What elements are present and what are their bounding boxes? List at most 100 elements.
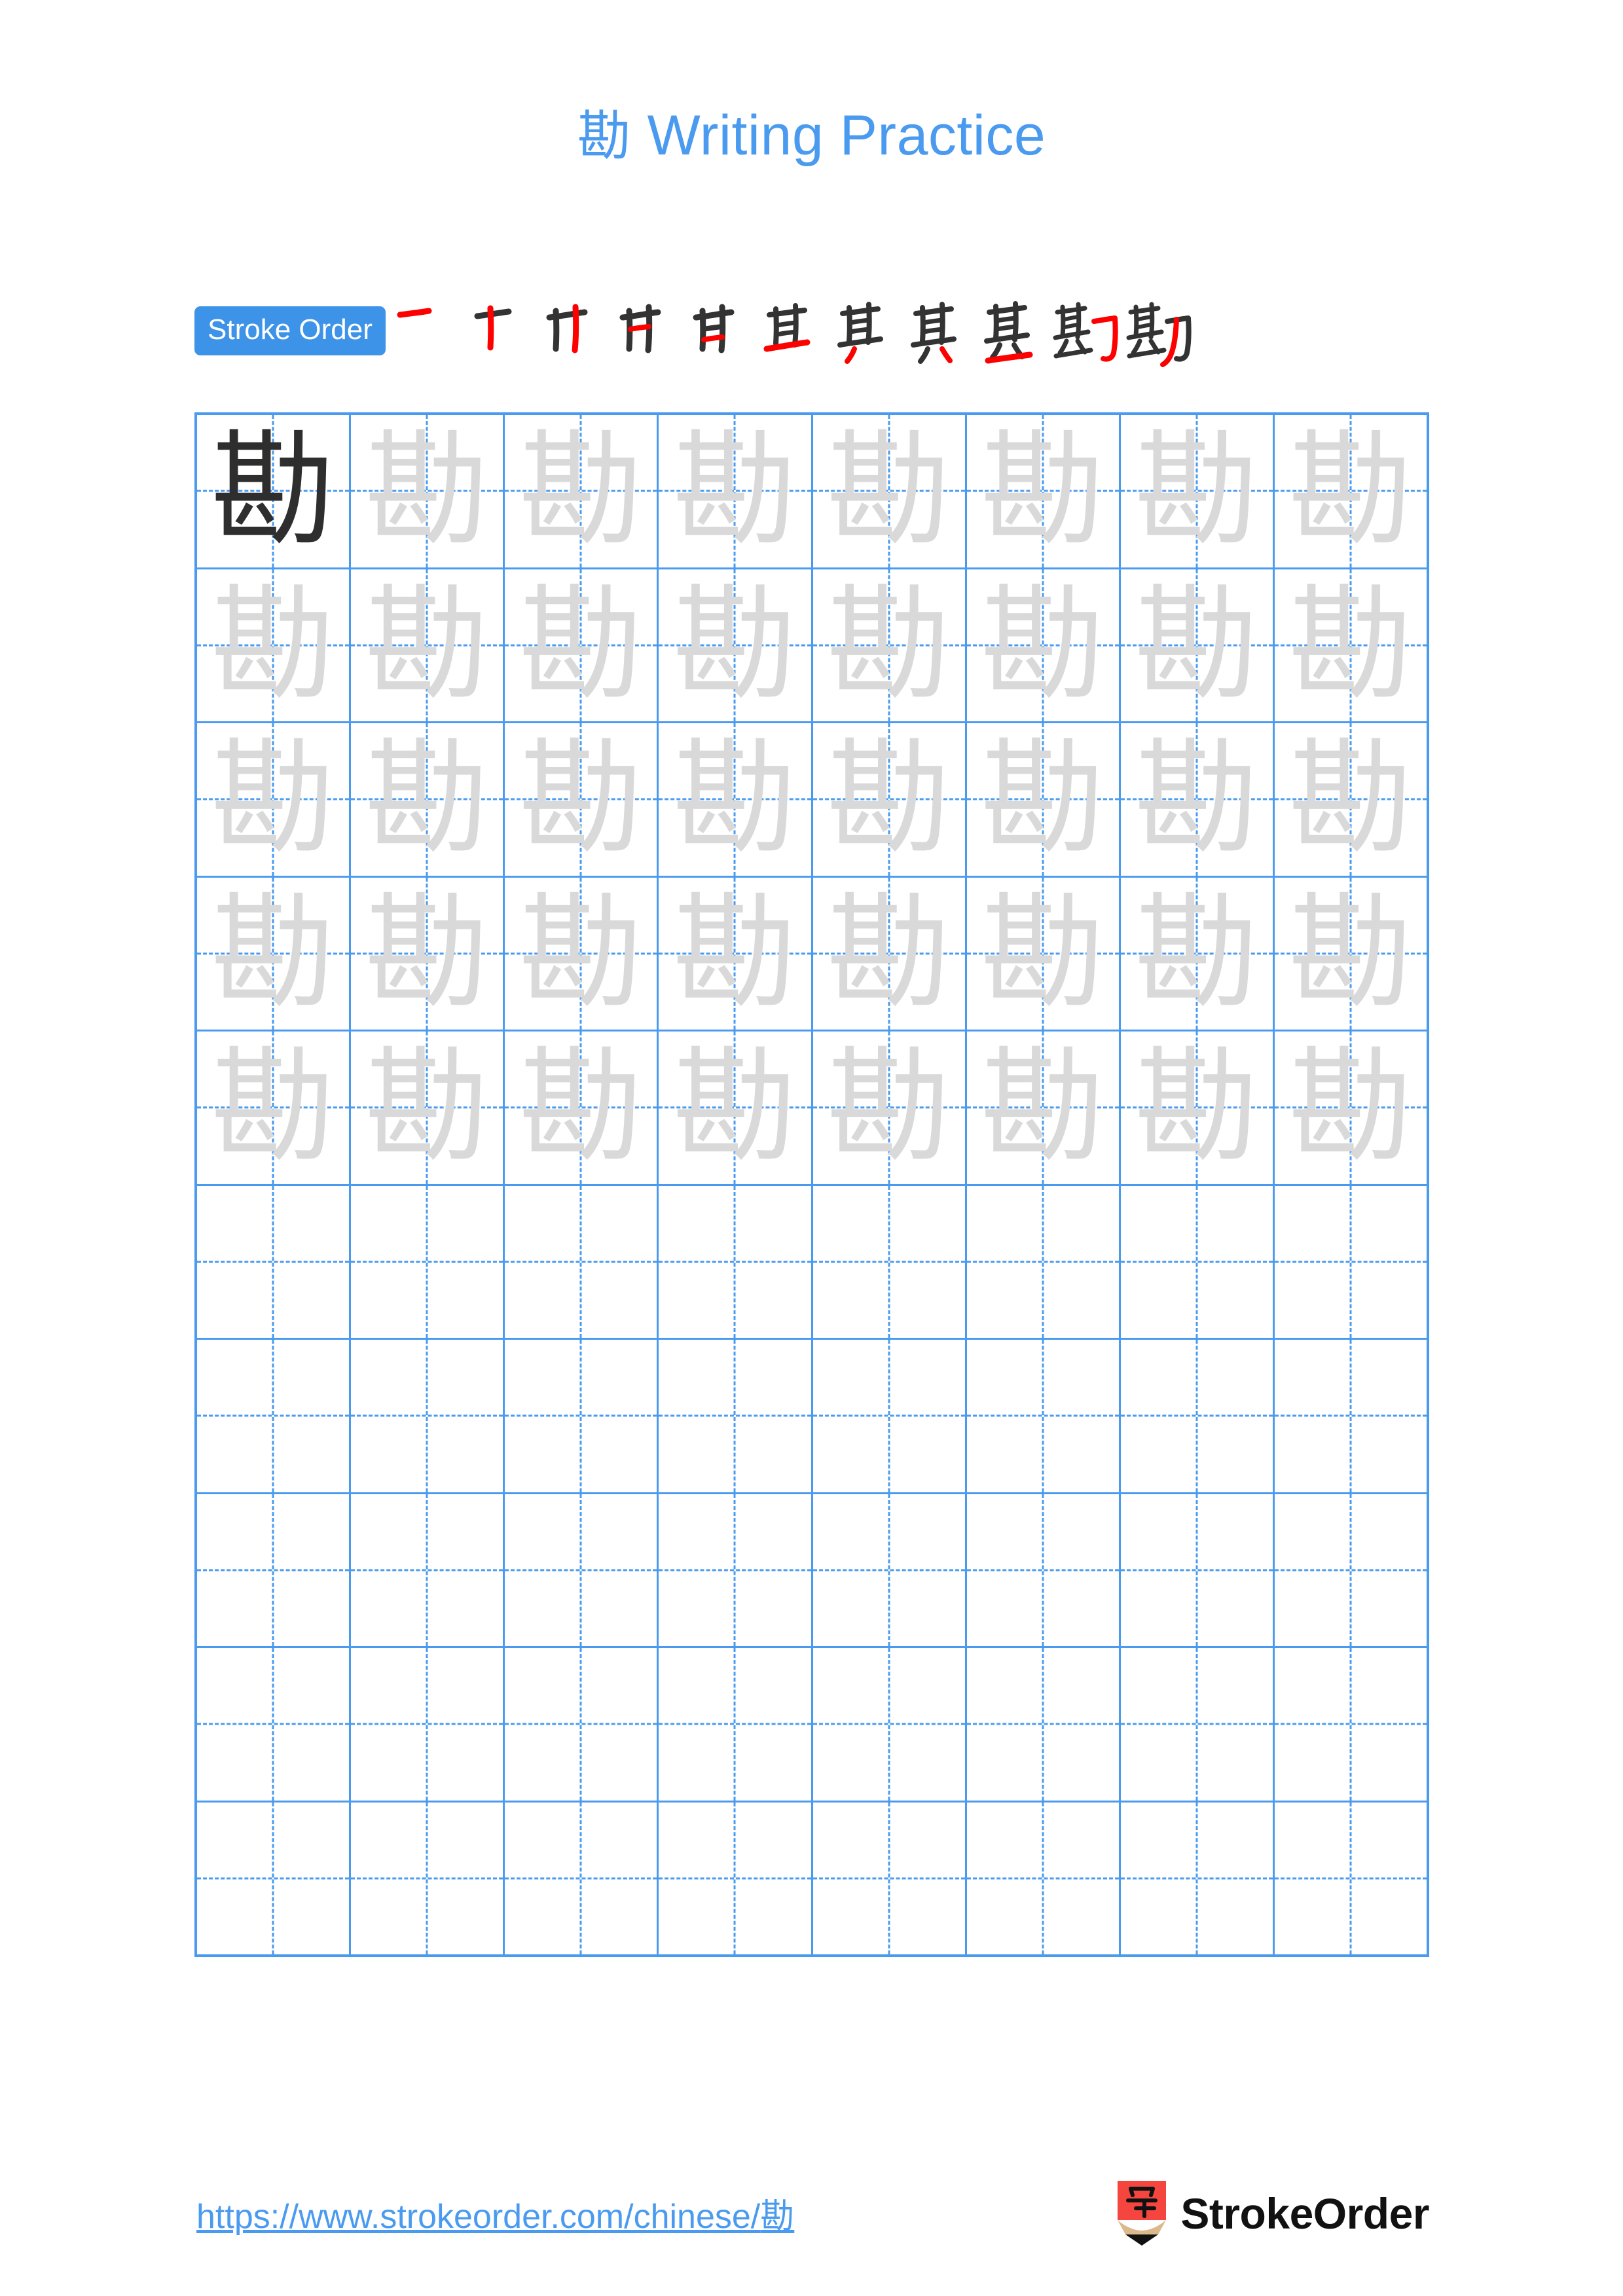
practice-cell[interactable]: 勘 <box>1275 569 1427 722</box>
practice-cell[interactable] <box>1121 1494 1275 1646</box>
practice-cell[interactable]: 勘 <box>967 415 1121 567</box>
practice-cell[interactable]: 勘 <box>1275 878 1427 1030</box>
practice-cell[interactable] <box>505 1185 659 1338</box>
practice-cell[interactable]: 勘 <box>351 415 505 567</box>
practice-grid: 勘勘勘勘勘勘勘勘勘勘勘勘勘勘勘勘勘勘勘勘勘勘勘勘勘勘勘勘勘勘勘勘勘勘勘勘勘勘勘勘 <box>194 412 1429 1957</box>
practice-cell[interactable]: 勘 <box>351 1031 505 1184</box>
practice-cell[interactable] <box>813 1802 967 1954</box>
practice-cell[interactable] <box>351 1185 505 1338</box>
practice-cell[interactable]: 勘 <box>659 415 813 567</box>
practice-cell[interactable] <box>505 1340 659 1492</box>
empty-cell <box>1275 1494 1427 1647</box>
page-title: 勘 Writing Practice <box>0 105 1623 167</box>
trace-character: 勘 <box>826 880 951 1026</box>
trace-character: 勘 <box>211 880 336 1026</box>
practice-cell[interactable]: 勘 <box>197 723 352 876</box>
practice-cell[interactable]: 勘 <box>1275 723 1427 876</box>
trace-character: 勘 <box>826 726 951 872</box>
practice-cell[interactable]: 勘 <box>197 415 352 567</box>
practice-cell[interactable]: 勘 <box>351 723 505 876</box>
practice-cell[interactable]: 勘 <box>967 723 1121 876</box>
practice-cell[interactable] <box>197 1802 352 1954</box>
practice-cell[interactable]: 勘 <box>197 877 352 1030</box>
practice-cell[interactable] <box>197 1494 352 1647</box>
footer-url-link[interactable]: https://www.strokeorder.com/chinese/勘 <box>196 2189 794 2238</box>
page-title-character: 勘 <box>577 105 632 168</box>
practice-cell[interactable] <box>659 1802 813 1955</box>
practice-cell[interactable]: 勘 <box>659 569 813 721</box>
practice-cell[interactable] <box>197 1185 352 1338</box>
practice-cell[interactable]: 勘 <box>967 569 1121 721</box>
practice-cell[interactable]: 勘 <box>1275 415 1427 567</box>
practice-cell[interactable] <box>505 1802 659 1954</box>
practice-cell[interactable] <box>967 1802 1121 1954</box>
practice-cell[interactable] <box>813 1494 967 1646</box>
empty-cell <box>659 1340 811 1492</box>
practice-cell[interactable]: 勘 <box>351 569 505 721</box>
empty-cell <box>659 1803 811 1955</box>
practice-cell[interactable] <box>1121 1802 1275 1954</box>
practice-cell[interactable] <box>967 1494 1121 1646</box>
practice-cell[interactable] <box>1275 1803 1427 1955</box>
practice-cell[interactable]: 勘 <box>505 1031 659 1184</box>
practice-cell[interactable]: 勘 <box>351 877 505 1030</box>
practice-cell[interactable] <box>505 1494 659 1646</box>
stroke-order-badge: Stroke Order <box>194 306 386 355</box>
practice-cell[interactable]: 勘 <box>197 569 352 721</box>
practice-cell[interactable] <box>967 1648 1121 1801</box>
practice-cell[interactable] <box>1275 1648 1427 1801</box>
practice-cell[interactable]: 勘 <box>813 569 967 721</box>
practice-cell[interactable]: 勘 <box>813 723 967 876</box>
practice-cell[interactable]: 勘 <box>967 1031 1121 1184</box>
practice-cell[interactable]: 勘 <box>197 1031 352 1184</box>
practice-cell[interactable] <box>197 1340 352 1492</box>
practice-cell[interactable]: 勘 <box>505 723 659 876</box>
practice-cell[interactable] <box>351 1340 505 1492</box>
trace-character: 勘 <box>672 1035 797 1180</box>
practice-cell[interactable] <box>659 1340 813 1492</box>
practice-cell[interactable] <box>197 1648 352 1801</box>
practice-cell[interactable] <box>967 1185 1121 1338</box>
practice-cell[interactable] <box>813 1185 967 1338</box>
practice-cell[interactable]: 勘 <box>1121 415 1275 567</box>
practice-cell[interactable] <box>813 1648 967 1801</box>
practice-cell[interactable] <box>1275 1494 1427 1647</box>
practice-cell[interactable]: 勘 <box>813 877 967 1030</box>
stroke-step-8 <box>904 298 977 371</box>
brand-logo-group[interactable]: StrokeOrder <box>1116 2179 1429 2248</box>
practice-cell[interactable]: 勘 <box>813 415 967 567</box>
practice-cell[interactable] <box>1275 1186 1427 1338</box>
practice-cell[interactable]: 勘 <box>659 723 813 876</box>
practice-cell[interactable]: 勘 <box>1121 1031 1275 1184</box>
empty-cell <box>197 1648 349 1801</box>
empty-cell <box>197 1494 349 1647</box>
practice-cell[interactable]: 勘 <box>659 1031 813 1184</box>
practice-cell[interactable]: 勘 <box>1121 569 1275 721</box>
practice-cell[interactable] <box>1121 1185 1275 1338</box>
empty-cell <box>351 1186 503 1338</box>
practice-cell[interactable] <box>351 1494 505 1646</box>
practice-cell[interactable]: 勘 <box>505 569 659 721</box>
practice-cell[interactable]: 勘 <box>967 877 1121 1030</box>
practice-cell[interactable] <box>1121 1648 1275 1801</box>
practice-cell[interactable] <box>659 1185 813 1338</box>
practice-cell[interactable]: 勘 <box>813 1031 967 1184</box>
practice-cell[interactable]: 勘 <box>505 415 659 567</box>
trace-character: 勘 <box>365 572 490 717</box>
trace-character: 勘 <box>826 1035 951 1180</box>
practice-cell[interactable]: 勘 <box>1121 877 1275 1030</box>
practice-cell[interactable] <box>813 1340 967 1492</box>
practice-cell[interactable]: 勘 <box>659 877 813 1030</box>
practice-cell[interactable] <box>659 1494 813 1646</box>
trace-character: 勘 <box>1288 880 1413 1026</box>
practice-cell[interactable] <box>505 1648 659 1801</box>
practice-cell[interactable]: 勘 <box>1121 723 1275 876</box>
practice-cell[interactable]: 勘 <box>1275 1031 1427 1184</box>
practice-cell[interactable] <box>659 1648 813 1801</box>
practice-cell[interactable] <box>1121 1340 1275 1492</box>
practice-cell[interactable] <box>351 1648 505 1801</box>
practice-cell[interactable] <box>1275 1340 1427 1492</box>
practice-cell[interactable]: 勘 <box>505 877 659 1030</box>
practice-cell[interactable] <box>967 1340 1121 1492</box>
practice-cell[interactable] <box>351 1802 505 1954</box>
